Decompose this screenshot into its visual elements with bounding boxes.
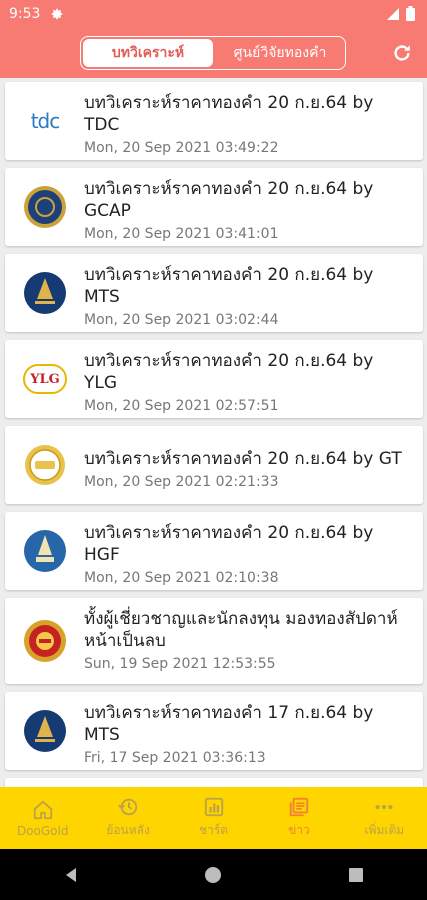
app-header: บทวิเคราะห์ ศูนย์วิจัยทองคำ (0, 28, 427, 78)
article-title: บทวิเคราะห์ราคาทองคำ 20 ก.ย.64 by HGF (84, 523, 374, 565)
battery-icon (406, 6, 415, 21)
article-card[interactable]: บทวิเคราะห์ราคาทองคำ 17 ก.ย.64 by MTS Fr… (5, 692, 423, 770)
article-title: บทวิเคราะห์ราคาทองคำ 20 ก.ย.64 by MTS (84, 265, 374, 307)
back-icon[interactable] (62, 866, 80, 884)
article-date: Fri, 17 Sep 2021 03:36:13 (84, 750, 266, 766)
article-card[interactable]: บทวิเคราะห์ราคาทองคำ 20 ก.ย.64 by HGF Mo… (5, 512, 423, 590)
status-time: 9:53 (9, 6, 41, 22)
gt-logo (23, 443, 67, 487)
nav-more[interactable]: เพิ่มเติม (342, 787, 427, 849)
status-bar: 9:53 (0, 0, 427, 28)
recents-icon[interactable] (347, 866, 365, 884)
nav-label: DooGold (16, 823, 69, 838)
tab-gold-research[interactable]: ศูนย์วิจัยทองคำ (215, 37, 345, 69)
nav-label: ย้อนหลัง (106, 823, 150, 837)
hgf-logo (23, 529, 67, 573)
article-date: Mon, 20 Sep 2021 02:10:38 (84, 570, 279, 586)
article-title: บทวิเคราะห์ราคาทองคำ 20 ก.ย.64 by GCAP (84, 179, 374, 221)
article-date: Mon, 20 Sep 2021 02:21:33 (84, 474, 279, 490)
tdc-logo-text: tdc (30, 109, 61, 133)
article-title: บทวิเคราะห์ราคาทองคำ 20 ก.ย.64 by GT (84, 449, 402, 469)
mts-logo (23, 271, 67, 315)
mts-logo (23, 709, 67, 753)
article-card[interactable]: YLG บทวิเคราะห์ราคาทองคำ 20 ก.ย.64 by YL… (5, 340, 423, 418)
tdc-logo: tdc (23, 99, 67, 143)
tab-analysis[interactable]: บทวิเคราะห์ (83, 39, 213, 67)
news-icon (289, 797, 309, 817)
nav-news[interactable]: ข่าว (256, 787, 341, 849)
chart-icon (204, 797, 223, 817)
nav-doogold[interactable]: DooGold (0, 787, 85, 849)
article-date: Sun, 19 Sep 2021 12:53:55 (84, 656, 276, 672)
nav-history[interactable]: ย้อนหลัง (85, 787, 170, 849)
article-date: Mon, 20 Sep 2021 03:41:01 (84, 226, 279, 242)
more-icon (375, 804, 393, 810)
gear-icon (52, 8, 63, 20)
article-title: บทวิเคราะห์ราคาทองคำ 20 ก.ย.64 by YLG (84, 351, 374, 393)
refresh-icon (394, 45, 410, 61)
nav-label: ข่าว (288, 823, 310, 837)
article-date: Mon, 20 Sep 2021 02:57:51 (84, 398, 279, 414)
news-logo (23, 619, 67, 663)
refresh-button[interactable] (389, 40, 415, 66)
article-card[interactable]: บทวิเคราะห์ราคาทองคำ 20 ก.ย.64 by GCAP M… (5, 168, 423, 246)
article-date: Mon, 20 Sep 2021 03:02:44 (84, 312, 279, 328)
nav-label: ชาร์ต (198, 823, 229, 837)
home-icon (33, 800, 52, 819)
gcap-logo (23, 185, 67, 229)
nav-chart[interactable]: ชาร์ต (171, 787, 256, 849)
home-button-icon[interactable] (204, 866, 222, 884)
article-card[interactable]: ทั้งผู้เชี่ยวชาญและนักลงทุน มองทองสัปดาห… (5, 598, 423, 684)
article-title: บทวิเคราะห์ราคาทองคำ 20 ก.ย.64 by TDC (84, 93, 374, 135)
article-card[interactable]: บทวิเคราะห์ราคาทองคำ 20 ก.ย.64 by GT Mon… (5, 426, 423, 504)
signal-icon (387, 7, 399, 20)
ylg-logo-text: YLG (30, 371, 60, 387)
history-icon (118, 798, 138, 816)
ylg-logo: YLG (23, 357, 67, 401)
article-card[interactable]: บทวิเคราะห์ราคาทองคำ 20 ก.ย.64 by MTS Mo… (5, 254, 423, 332)
article-card[interactable]: tdc บทวิเคราะห์ราคาทองคำ 20 ก.ย.64 by TD… (5, 82, 423, 160)
nav-label: เพิ่มเติม (364, 823, 405, 837)
article-date: Mon, 20 Sep 2021 03:49:22 (84, 140, 279, 156)
bottom-nav: DooGold ย้อนหลัง ชาร์ต ข่าว เพิ่มเติม (0, 787, 427, 849)
article-title: ทั้งผู้เชี่ยวชาญและนักลงทุน มองทองสัปดาห… (84, 609, 398, 651)
article-title: บทวิเคราะห์ราคาทองคำ 17 ก.ย.64 by MTS (84, 703, 374, 745)
segmented-control: บทวิเคราะห์ ศูนย์วิจัยทองคำ (80, 36, 346, 70)
system-nav-bar (0, 849, 427, 900)
